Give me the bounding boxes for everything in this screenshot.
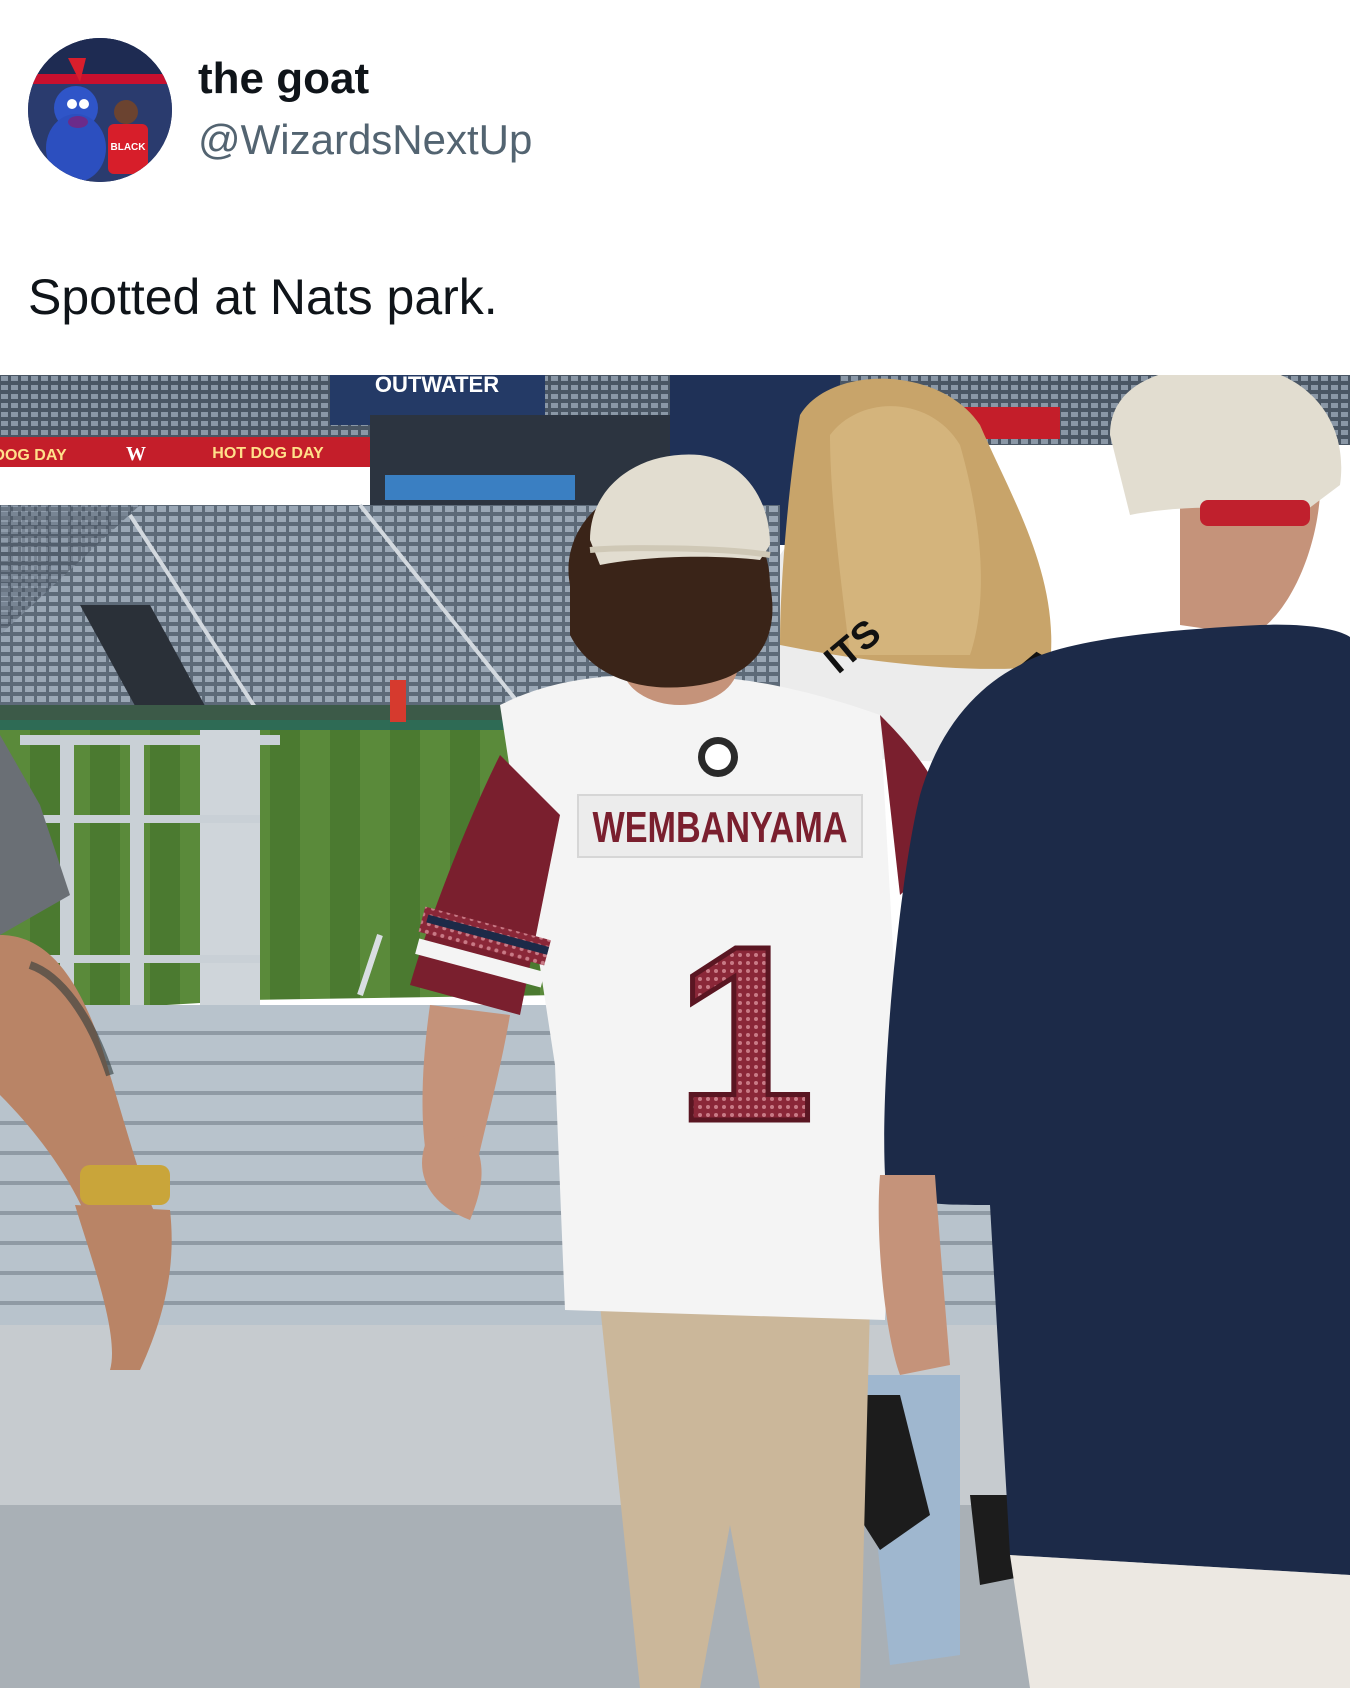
jersey-name: WEMBANYAMA [593,803,848,852]
upper-sign: OUTWATER [375,375,499,397]
tweet-text: Spotted at Nats park. [28,269,498,325]
banner-right-text: HOT DOG DAY [212,445,324,462]
tweet-header: BLACK the goat @WizardsNextUp Spotted at… [0,0,1350,375]
avatar-image: BLACK [28,38,172,182]
svg-text:BLACK: BLACK [111,142,147,153]
stadium-photo: OUTWATER DOG DAY W HOT DOG DAY ITS WEMBA… [0,375,1350,1688]
display-name[interactable]: the goat [198,54,369,104]
avatar[interactable]: BLACK [28,38,172,182]
jersey-number: 1 [675,894,814,1173]
banner-logo: W [126,443,146,465]
tweet-photo[interactable]: OUTWATER DOG DAY W HOT DOG DAY ITS WEMBA… [0,375,1350,1688]
banner-left-text: DOG DAY [0,447,67,464]
user-handle[interactable]: @WizardsNextUp [198,116,532,164]
